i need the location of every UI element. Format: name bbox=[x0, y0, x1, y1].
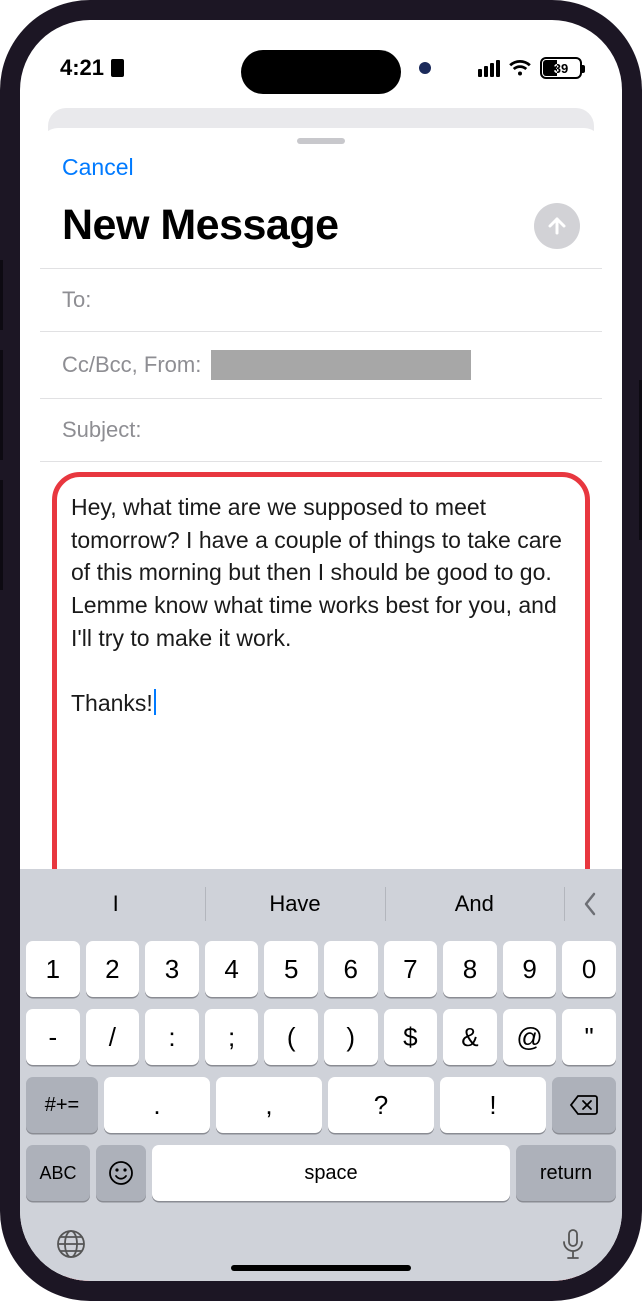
send-button[interactable] bbox=[534, 203, 580, 249]
key-8[interactable]: 8 bbox=[443, 941, 497, 997]
suggestion-collapse-icon[interactable] bbox=[564, 877, 616, 931]
suggestion-bar: I Have And bbox=[26, 877, 616, 931]
to-label: To: bbox=[62, 287, 91, 313]
ccbcc-label: Cc/Bcc, From: bbox=[62, 352, 201, 378]
phone-frame: 4:21 39 Cancel bbox=[0, 0, 642, 1301]
volume-up-button bbox=[0, 350, 3, 460]
to-field[interactable]: To: bbox=[40, 268, 602, 331]
key-semicolon[interactable]: ; bbox=[205, 1009, 259, 1065]
battery-icon: 39 bbox=[540, 57, 582, 79]
key-quote[interactable]: " bbox=[562, 1009, 616, 1065]
suggestion-1[interactable]: I bbox=[26, 877, 205, 931]
sim-icon bbox=[111, 59, 124, 77]
key-0[interactable]: 0 bbox=[562, 941, 616, 997]
key-at[interactable]: @ bbox=[503, 1009, 557, 1065]
suggestion-2[interactable]: Have bbox=[205, 877, 384, 931]
key-row-symbols: - / : ; ( ) $ & @ " bbox=[26, 1009, 616, 1065]
ccbcc-from-field[interactable]: Cc/Bcc, From: bbox=[40, 331, 602, 398]
key-backspace[interactable] bbox=[552, 1077, 616, 1133]
key-return[interactable]: return bbox=[516, 1145, 616, 1201]
cancel-button[interactable]: Cancel bbox=[62, 148, 134, 187]
wifi-icon bbox=[508, 59, 532, 77]
screen: 4:21 39 Cancel bbox=[20, 20, 622, 1281]
key-amp[interactable]: & bbox=[443, 1009, 497, 1065]
compose-title: New Message bbox=[62, 201, 339, 250]
key-lparen[interactable]: ( bbox=[264, 1009, 318, 1065]
suggestion-3[interactable]: And bbox=[385, 877, 564, 931]
key-question[interactable]: ? bbox=[328, 1077, 434, 1133]
key-rparen[interactable]: ) bbox=[324, 1009, 378, 1065]
key-5[interactable]: 5 bbox=[264, 941, 318, 997]
key-9[interactable]: 9 bbox=[503, 941, 557, 997]
key-space[interactable]: space bbox=[152, 1145, 510, 1201]
camera-dot bbox=[419, 62, 431, 74]
from-redacted bbox=[211, 350, 471, 380]
mute-switch bbox=[0, 260, 3, 330]
key-period[interactable]: . bbox=[104, 1077, 210, 1133]
subject-label: Subject: bbox=[62, 417, 142, 443]
key-comma[interactable]: , bbox=[216, 1077, 322, 1133]
globe-icon[interactable] bbox=[54, 1227, 88, 1263]
key-row-punct: #+= . , ? ! bbox=[26, 1077, 616, 1133]
cellular-icon bbox=[478, 60, 500, 77]
dynamic-island bbox=[241, 50, 401, 94]
volume-down-button bbox=[0, 480, 3, 590]
key-row-bottom: ABC space return bbox=[26, 1145, 616, 1201]
keyboard: I Have And 1 2 3 4 5 6 7 8 9 0 - bbox=[20, 869, 622, 1281]
key-3[interactable]: 3 bbox=[145, 941, 199, 997]
key-colon[interactable]: : bbox=[145, 1009, 199, 1065]
key-exclaim[interactable]: ! bbox=[440, 1077, 546, 1133]
key-1[interactable]: 1 bbox=[26, 941, 80, 997]
message-body[interactable]: Hey, what time are we supposed to meet t… bbox=[71, 491, 571, 720]
key-symbol-switch[interactable]: #+= bbox=[26, 1077, 98, 1133]
dictation-icon[interactable] bbox=[558, 1227, 588, 1263]
key-emoji[interactable] bbox=[96, 1145, 146, 1201]
status-time: 4:21 bbox=[60, 55, 104, 81]
key-6[interactable]: 6 bbox=[324, 941, 378, 997]
key-2[interactable]: 2 bbox=[86, 941, 140, 997]
subject-field[interactable]: Subject: bbox=[40, 398, 602, 462]
battery-percent: 39 bbox=[542, 61, 580, 76]
key-4[interactable]: 4 bbox=[205, 941, 259, 997]
key-abc[interactable]: ABC bbox=[26, 1145, 90, 1201]
key-dash[interactable]: - bbox=[26, 1009, 80, 1065]
text-cursor bbox=[154, 689, 156, 715]
key-row-numbers: 1 2 3 4 5 6 7 8 9 0 bbox=[26, 941, 616, 997]
key-dollar[interactable]: $ bbox=[384, 1009, 438, 1065]
home-indicator[interactable] bbox=[231, 1265, 411, 1271]
key-7[interactable]: 7 bbox=[384, 941, 438, 997]
key-slash[interactable]: / bbox=[86, 1009, 140, 1065]
